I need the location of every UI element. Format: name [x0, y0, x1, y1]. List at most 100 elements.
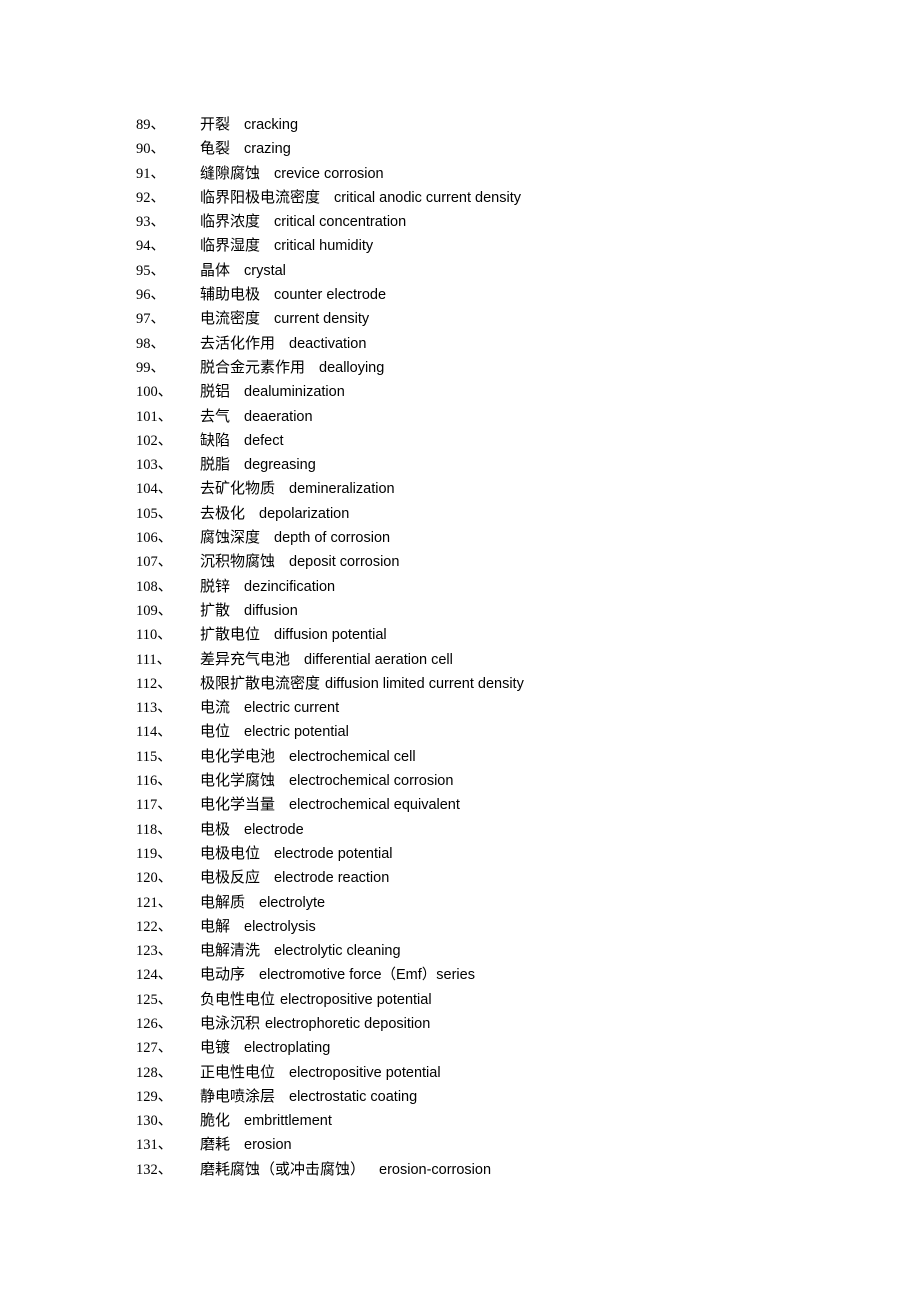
entry-definition-english: erosion	[244, 1137, 292, 1154]
entry-definition-english: critical anodic current density	[334, 189, 521, 206]
entry-definition-english: crevice corrosion	[274, 165, 384, 182]
entry-definition-english: electric potential	[244, 724, 349, 741]
entry-index: 112、	[136, 675, 172, 692]
entry-term-chinese: 临界湿度	[200, 238, 261, 255]
entry-definition-english: differential aeration cell	[304, 651, 453, 668]
entry-index: 128、	[136, 1064, 173, 1081]
glossary-entry: 116、 电化学腐蚀 electrochemical corrosion	[136, 769, 920, 793]
entry-index: 93、	[136, 214, 165, 231]
entry-index: 96、	[136, 287, 165, 304]
entry-index: 110、	[136, 627, 172, 644]
entry-index: 124、	[136, 967, 173, 984]
entry-definition-english: electropositive potential	[280, 991, 432, 1008]
glossary-entry: 102、 缺陷 defect	[136, 429, 920, 453]
glossary-entry: 108、 脱锌 dezincification	[136, 575, 920, 599]
entry-definition-english: dealuminization	[244, 384, 345, 401]
entry-index: 114、	[136, 724, 172, 741]
entry-definition-english: electrostatic coating	[289, 1088, 418, 1105]
entry-term-chinese: 腐蚀深度	[200, 530, 261, 547]
entry-index: 103、	[136, 457, 173, 474]
glossary-entry: 119、 电极电位 electrode potential	[136, 842, 920, 866]
entry-index: 122、	[136, 918, 173, 935]
entry-definition-english: deaeration	[244, 408, 313, 425]
entry-definition-english: electroplating	[244, 1040, 331, 1057]
entry-index: 98、	[136, 335, 165, 352]
entry-definition-english: electrode	[244, 821, 304, 838]
entry-index: 99、	[136, 359, 165, 376]
entry-term-chinese: 电极反应	[200, 870, 261, 887]
entry-definition-english: electrolyte	[259, 894, 326, 911]
entry-index: 91、	[136, 165, 165, 182]
glossary-entry: 105、 去极化 depolarization	[136, 502, 920, 526]
entry-definition-english: electrode reaction	[274, 870, 390, 887]
entry-index: 118、	[136, 821, 172, 838]
glossary-entry: 126、 电泳沉积 electrophoretic deposition	[136, 1012, 920, 1036]
entry-term-chinese: 静电喷涂层	[200, 1088, 276, 1105]
glossary-entry: 120、 电极反应 electrode reaction	[136, 866, 920, 890]
glossary-entry: 111、 差异充气电池 differential aeration cell	[136, 648, 920, 672]
entry-term-chinese: 脆化	[200, 1113, 231, 1130]
glossary-entry: 130、 脆化 embrittlement	[136, 1109, 920, 1133]
glossary-entry: 121、 电解质 electrolyte	[136, 891, 920, 915]
glossary-entry: 89、 开裂 cracking	[136, 113, 920, 137]
entry-index: 101、	[136, 408, 173, 425]
entry-definition-english: crystal	[244, 262, 286, 279]
entry-definition-english: depolarization	[259, 505, 350, 522]
entry-term-chinese: 磨耗	[200, 1137, 231, 1154]
entry-index: 131、	[136, 1137, 173, 1154]
glossary-entry: 95、 晶体 crystal	[136, 259, 920, 283]
entry-term-chinese: 电动序	[200, 967, 246, 984]
glossary-entry: 91、 缝隙腐蚀 crevice corrosion	[136, 162, 920, 186]
entry-term-chinese: 电化学电池	[200, 748, 276, 765]
entry-definition-english: critical concentration	[274, 214, 407, 231]
entry-definition-english: dealloying	[319, 359, 385, 376]
entry-index: 125、	[136, 991, 173, 1008]
entry-term-chinese: 脱脂	[200, 457, 231, 474]
entry-term-chinese: 差异充气电池	[200, 651, 291, 668]
document-page: 89、 开裂 cracking 90、 龟裂 crazing 91、 缝隙腐蚀 crevice …	[0, 0, 920, 1302]
entry-definition-english: electrolysis	[244, 918, 316, 935]
glossary-entry: 128、 正电性电位 electropositive potential	[136, 1061, 920, 1085]
entry-term-chinese: 电镀	[200, 1040, 231, 1057]
entry-definition-english: diffusion	[244, 602, 298, 619]
glossary-entry: 98、 去活化作用 deactivation	[136, 332, 920, 356]
entry-index: 102、	[136, 432, 173, 449]
entry-term-chinese: 电化学腐蚀	[200, 773, 276, 790]
entry-definition-english: embrittlement	[244, 1113, 332, 1130]
entry-term-chinese: 缺陷	[200, 432, 231, 449]
glossary-entry: 124、 电动序 electromotive force（Emf）series	[136, 963, 920, 987]
entry-term-chinese: 晶体	[200, 262, 231, 279]
entry-index: 111、	[136, 651, 172, 668]
glossary-entry: 112、 极限扩散电流密度 diffusion limited current de…	[136, 672, 920, 696]
entry-index: 107、	[136, 554, 173, 571]
entry-term-chinese: 电解	[200, 918, 231, 935]
glossary-entry: 113、 电流 electric current	[136, 696, 920, 720]
entry-definition-english: electrochemical corrosion	[289, 773, 454, 790]
entry-term-chinese: 电解清洗	[200, 943, 261, 960]
entry-term-chinese: 电化学当量	[200, 797, 276, 814]
entry-term-chinese: 沉积物腐蚀	[200, 554, 276, 571]
entry-term-chinese: 脱锌	[200, 578, 231, 595]
glossary-entry: 92、 临界阳极电流密度 critical anodic current densi…	[136, 186, 920, 210]
entry-term-chinese: 电流	[200, 700, 231, 717]
entry-definition-english: counter electrode	[274, 287, 387, 304]
glossary-entry: 117、 电化学当量 electrochemical equivalent	[136, 793, 920, 817]
entry-term-chinese: 脱合金元素作用	[200, 359, 306, 376]
glossary-entry: 99、 脱合金元素作用 dealloying	[136, 356, 920, 380]
entry-index: 90、	[136, 141, 165, 158]
entry-definition-english: electropositive potential	[289, 1064, 441, 1081]
glossary-entry: 104、 去矿化物质 demineralization	[136, 477, 920, 501]
glossary-entry: 125、 负电性电位 electropositive potential	[136, 988, 920, 1012]
entry-definition-english: electrode potential	[274, 845, 393, 862]
glossary-entry: 94、 临界湿度 critical humidity	[136, 234, 920, 258]
entry-index: 97、	[136, 311, 165, 328]
entry-definition-english: cracking	[244, 117, 299, 133]
glossary-entry: 122、 电解 electrolysis	[136, 915, 920, 939]
entry-index: 92、	[136, 189, 165, 206]
entry-term-chinese: 去活化作用	[200, 335, 276, 352]
entry-index: 100、	[136, 384, 173, 401]
entry-definition-english: deactivation	[289, 335, 367, 352]
entry-index: 89、	[136, 117, 165, 133]
glossary-list: 89、 开裂 cracking 90、 龟裂 crazing 91、 缝隙腐蚀 crevice …	[136, 113, 920, 1182]
entry-index: 104、	[136, 481, 173, 498]
